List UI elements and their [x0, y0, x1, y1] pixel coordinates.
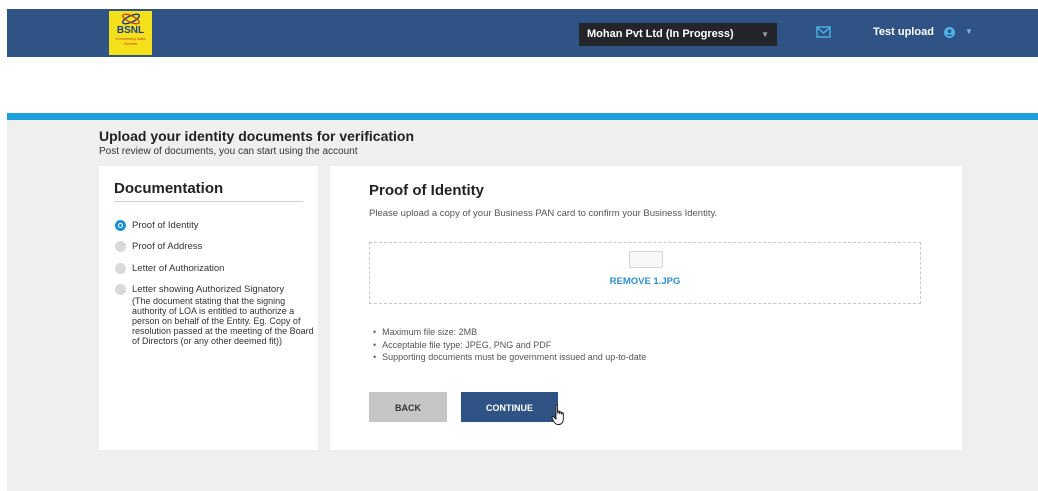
mail-icon[interactable]	[816, 26, 831, 38]
section-description: Please upload a copy of your Business PA…	[369, 208, 718, 219]
remove-file-link[interactable]: REMOVE 1.JPG	[370, 276, 920, 287]
logo-tagline: Connecting India Forever	[115, 36, 146, 46]
back-button[interactable]: BACK	[369, 392, 447, 422]
bsnl-logo[interactable]: BSNL Connecting India Forever	[109, 11, 152, 55]
proof-of-identity-panel: Proof of Identity Please upload a copy o…	[330, 166, 962, 450]
upload-rules-list: Maximum file size: 2MB Acceptable file t…	[373, 326, 646, 364]
radio-icon	[115, 241, 126, 252]
section-title: Proof of Identity	[369, 182, 484, 199]
hand-cursor-icon	[551, 404, 564, 425]
user-name[interactable]: Test upload	[873, 26, 934, 38]
company-selector[interactable]: Mohan Pvt Ltd (In Progress) ▼	[579, 23, 777, 46]
doc-item-label: Letter of Authorization	[132, 263, 225, 274]
file-thumbnail	[629, 251, 663, 268]
doc-item-label: Proof of Address	[132, 241, 203, 252]
divider	[114, 201, 303, 202]
page-subtitle: Post review of documents, you can start …	[99, 146, 358, 157]
company-selector-value: Mohan Pvt Ltd (In Progress)	[587, 28, 734, 40]
accent-bar	[7, 113, 1038, 120]
chevron-down-icon: ▼	[761, 30, 769, 39]
list-item: Acceptable file type: JPEG, PNG and PDF	[373, 339, 646, 352]
top-navbar: BSNL Connecting India Forever Mohan Pvt …	[7, 9, 1038, 57]
radio-icon	[115, 263, 126, 274]
page-title: Upload your identity documents for verif…	[99, 128, 415, 144]
radio-icon	[115, 284, 126, 295]
file-upload-dropzone[interactable]: REMOVE 1.JPG	[369, 242, 921, 304]
documentation-panel: Documentation Proof of Identity Proof of…	[99, 166, 318, 450]
doc-item-note: (The document stating that the signing a…	[132, 296, 314, 346]
radio-selected-icon	[115, 220, 126, 231]
doc-item-label: Letter showing Authorized Signatory	[132, 284, 285, 295]
continue-button[interactable]: CONTINUE	[461, 392, 558, 422]
doc-item-label: Proof of Identity	[132, 220, 199, 231]
list-item: Maximum file size: 2MB	[373, 326, 646, 339]
user-circle-icon[interactable]	[944, 27, 955, 38]
chevron-down-icon[interactable]: ▼	[965, 27, 973, 36]
bsnl-logo-mark	[121, 13, 140, 25]
documentation-title: Documentation	[114, 180, 224, 197]
list-item: Supporting documents must be government …	[373, 351, 646, 364]
logo-brand-text: BSNL	[116, 25, 145, 36]
